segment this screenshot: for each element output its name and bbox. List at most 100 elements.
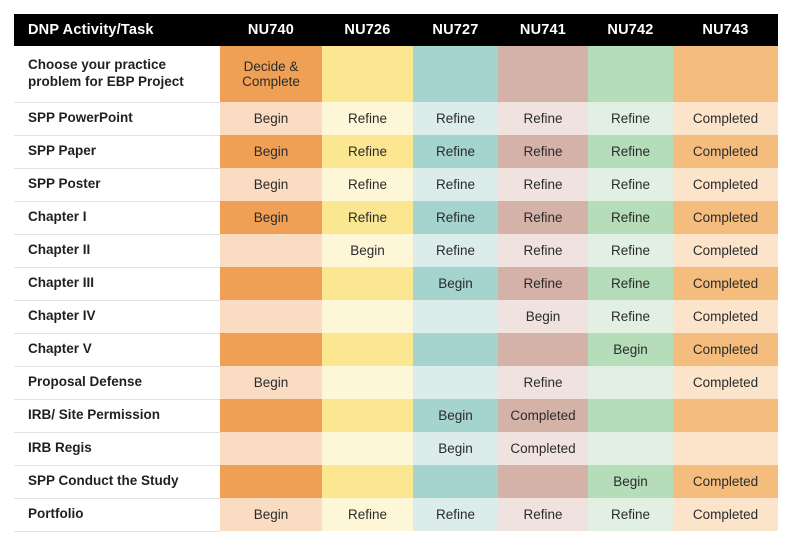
column-header-activity-task: DNP Activity/Task xyxy=(14,14,220,46)
cell-nu741 xyxy=(498,46,588,102)
row-label: IRB/ Site Permission xyxy=(14,399,220,433)
cell-nu742: Begin xyxy=(588,333,673,366)
row-label: Proposal Defense xyxy=(14,366,220,400)
cell-nu727 xyxy=(413,465,498,498)
cell-nu727: Refine xyxy=(413,498,498,531)
cell-nu743: Completed xyxy=(673,333,778,366)
cell-nu740 xyxy=(220,333,322,366)
cell-nu740 xyxy=(220,399,322,432)
cell-nu742: Begin xyxy=(588,465,673,498)
cell-nu743: Completed xyxy=(673,168,778,201)
cell-nu743 xyxy=(673,46,778,102)
row-label: Chapter V xyxy=(14,333,220,367)
cell-nu726: Refine xyxy=(322,168,413,201)
table-row: Chapter V Begin Completed xyxy=(14,333,778,367)
row-label: Choose your practice problem for EBP Pro… xyxy=(14,46,220,103)
column-header-nu741: NU741 xyxy=(498,14,588,46)
cell-nu742: Refine xyxy=(588,234,673,267)
row-label: SPP Poster xyxy=(14,168,220,202)
cell-nu741: Refine xyxy=(498,498,588,531)
cell-nu743: Completed xyxy=(673,366,778,399)
cell-nu741: Refine xyxy=(498,201,588,234)
cell-nu743 xyxy=(673,432,778,465)
cell-nu742 xyxy=(588,432,673,465)
table-row: SPP Paper Begin Refine Refine Refine Refine Co… xyxy=(14,135,778,169)
column-header-nu726: NU726 xyxy=(322,14,413,46)
cell-nu742: Refine xyxy=(588,498,673,531)
cell-nu741: Refine xyxy=(498,234,588,267)
cell-nu743: Completed xyxy=(673,102,778,135)
column-header-nu727: NU727 xyxy=(413,14,498,46)
table-row: Choose your practice problem for EBP Pro… xyxy=(14,46,778,103)
cell-nu727: Refine xyxy=(413,234,498,267)
cell-nu742: Refine xyxy=(588,168,673,201)
cell-nu727: Refine xyxy=(413,102,498,135)
cell-nu740 xyxy=(220,465,322,498)
cell-nu743: Completed xyxy=(673,465,778,498)
row-label: SPP Paper xyxy=(14,135,220,169)
cell-nu741: Refine xyxy=(498,135,588,168)
cell-nu726 xyxy=(322,465,413,498)
cell-nu742 xyxy=(588,46,673,102)
cell-nu741: Completed xyxy=(498,432,588,465)
cell-nu743: Completed xyxy=(673,300,778,333)
cell-nu741 xyxy=(498,333,588,366)
table-row: Portfolio Begin Refine Refine Refine Refine Co… xyxy=(14,498,778,532)
row-label: Chapter IV xyxy=(14,300,220,334)
table-row: Proposal Defense Begin Refine Completed xyxy=(14,366,778,400)
table-row: Chapter II Begin Refine Refine Refine Complet… xyxy=(14,234,778,268)
row-label: Chapter II xyxy=(14,234,220,268)
table-body: Choose your practice problem for EBP Pro… xyxy=(14,46,778,532)
cell-nu740: Begin xyxy=(220,168,322,201)
cell-nu741: Refine xyxy=(498,102,588,135)
cell-nu741: Refine xyxy=(498,267,588,300)
row-label: Portfolio xyxy=(14,498,220,532)
table-row: SPP Conduct the Study Begin Completed xyxy=(14,465,778,499)
cell-nu727 xyxy=(413,300,498,333)
cell-nu743: Completed xyxy=(673,498,778,531)
table-header: DNP Activity/Task NU740 NU726 NU727 NU74… xyxy=(14,14,778,46)
cell-nu726 xyxy=(322,46,413,102)
column-header-nu742: NU742 xyxy=(588,14,673,46)
column-header-nu743: NU743 xyxy=(673,14,778,46)
cell-nu726: Refine xyxy=(322,498,413,531)
cell-nu727: Begin xyxy=(413,432,498,465)
column-header-nu740: NU740 xyxy=(220,14,322,46)
header-row: DNP Activity/Task NU740 NU726 NU727 NU74… xyxy=(14,14,778,46)
table-row: Chapter III Begin Refine Refine Completed xyxy=(14,267,778,301)
cell-nu726: Begin xyxy=(322,234,413,267)
cell-nu743: Completed xyxy=(673,267,778,300)
table-row: IRB Regis Begin Completed xyxy=(14,432,778,466)
cell-nu727: Begin xyxy=(413,399,498,432)
cell-nu743: Completed xyxy=(673,201,778,234)
cell-nu727 xyxy=(413,46,498,102)
cell-nu740: Begin xyxy=(220,102,322,135)
cell-nu726 xyxy=(322,399,413,432)
cell-nu742: Refine xyxy=(588,300,673,333)
cell-nu726 xyxy=(322,366,413,399)
cell-nu743: Completed xyxy=(673,234,778,267)
cell-nu743: Completed xyxy=(673,135,778,168)
cell-nu740: Begin xyxy=(220,498,322,531)
cell-nu726: Refine xyxy=(322,135,413,168)
dnp-curriculum-matrix: DNP Activity/Task NU740 NU726 NU727 NU74… xyxy=(14,14,778,532)
cell-nu742: Refine xyxy=(588,201,673,234)
cell-nu743 xyxy=(673,399,778,432)
cell-nu740: Decide & Complete xyxy=(220,46,322,102)
cell-nu727: Refine xyxy=(413,135,498,168)
cell-nu727: Refine xyxy=(413,168,498,201)
row-label: SPP PowerPoint xyxy=(14,102,220,136)
table-row: SPP PowerPoint Begin Refine Refine Refine Ref… xyxy=(14,102,778,136)
cell-nu742 xyxy=(588,366,673,399)
cell-nu740 xyxy=(220,432,322,465)
row-label: Chapter I xyxy=(14,201,220,235)
cell-nu727: Refine xyxy=(413,201,498,234)
cell-nu740: Begin xyxy=(220,201,322,234)
cell-nu741: Refine xyxy=(498,366,588,399)
cell-nu742: Refine xyxy=(588,102,673,135)
cell-nu742: Refine xyxy=(588,135,673,168)
cell-nu726 xyxy=(322,333,413,366)
cell-nu742: Refine xyxy=(588,267,673,300)
cell-nu726 xyxy=(322,300,413,333)
cell-nu727 xyxy=(413,333,498,366)
